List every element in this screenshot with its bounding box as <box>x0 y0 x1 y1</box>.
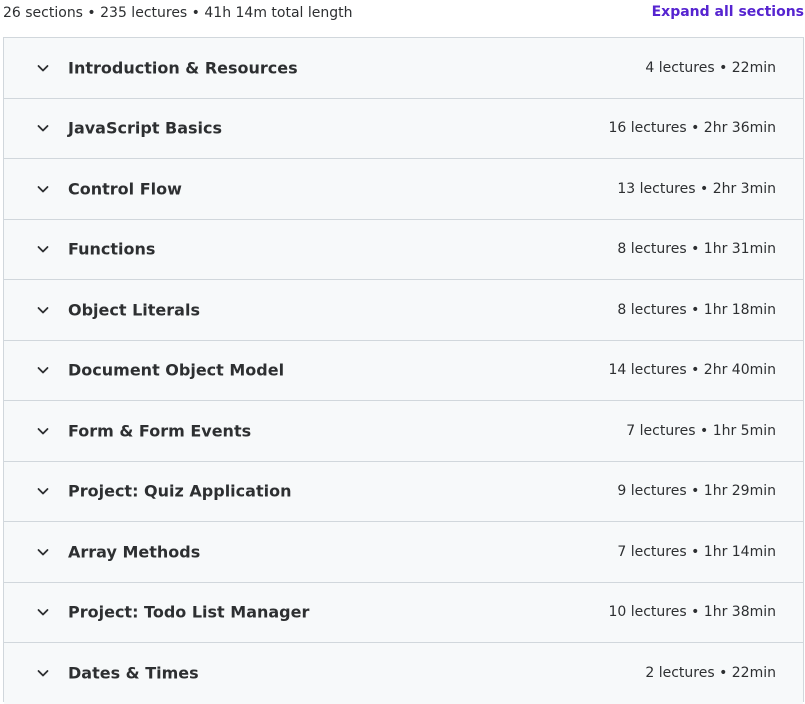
section-title: Dates & Times <box>68 663 199 683</box>
section-lecture-count: 7 lectures • 1hr 14min <box>617 543 776 560</box>
chevron-down-icon <box>35 60 51 76</box>
chevron-down-icon <box>35 120 51 136</box>
curriculum-summary-bar: 26 sections • 235 lectures • 41h 14m tot… <box>0 0 805 30</box>
section-lecture-count: 7 lectures • 1hr 5min <box>626 422 776 439</box>
section-lecture-count: 9 lectures • 1hr 29min <box>617 483 776 500</box>
section-lecture-count: 8 lectures • 1hr 18min <box>617 301 776 318</box>
chevron-down-icon <box>35 604 51 620</box>
curriculum-section[interactable]: Project: Todo List Manager 10 lectures •… <box>4 582 803 643</box>
section-lecture-count: 16 lectures • 2hr 36min <box>608 120 776 137</box>
curriculum-section[interactable]: Control Flow 13 lectures • 2hr 3min <box>4 159 803 220</box>
chevron-down-icon <box>35 665 51 681</box>
section-title: Array Methods <box>68 542 201 562</box>
expand-all-sections-button[interactable]: Expand all sections <box>652 4 804 20</box>
curriculum-section[interactable]: Dates & Times 2 lectures • 22min <box>4 643 803 704</box>
section-title: Control Flow <box>68 179 182 199</box>
section-lecture-count: 2 lectures • 22min <box>645 665 776 682</box>
curriculum-section[interactable]: Array Methods 7 lectures • 1hr 14min <box>4 522 803 583</box>
section-lecture-count: 4 lectures • 22min <box>645 59 776 76</box>
curriculum-section[interactable]: Functions 8 lectures • 1hr 31min <box>4 219 803 280</box>
chevron-down-icon <box>35 544 51 560</box>
chevron-down-icon <box>35 362 51 378</box>
section-title: Document Object Model <box>68 360 285 380</box>
curriculum-summary: 26 sections • 235 lectures • 41h 14m tot… <box>3 5 353 21</box>
section-lecture-count: 10 lectures • 1hr 38min <box>608 604 776 621</box>
section-title: Introduction & Resources <box>68 58 298 78</box>
section-title: Project: Todo List Manager <box>68 602 310 622</box>
curriculum-section[interactable]: Document Object Model 14 lectures • 2hr … <box>4 340 803 401</box>
curriculum-section-list: Introduction & Resources 4 lectures • 22… <box>3 37 804 704</box>
chevron-down-icon <box>35 302 51 318</box>
curriculum-section[interactable]: Project: Quiz Application 9 lectures • 1… <box>4 461 803 522</box>
chevron-down-icon <box>35 181 51 197</box>
section-title: Project: Quiz Application <box>68 481 292 501</box>
section-lecture-count: 8 lectures • 1hr 31min <box>617 241 776 258</box>
chevron-down-icon <box>35 483 51 499</box>
curriculum-section[interactable]: JavaScript Basics 16 lectures • 2hr 36mi… <box>4 98 803 159</box>
section-title: Functions <box>68 239 156 259</box>
section-title: Object Literals <box>68 300 200 320</box>
curriculum-section[interactable]: Object Literals 8 lectures • 1hr 18min <box>4 280 803 341</box>
section-lecture-count: 13 lectures • 2hr 3min <box>617 180 776 197</box>
curriculum-section[interactable]: Introduction & Resources 4 lectures • 22… <box>4 38 803 99</box>
chevron-down-icon <box>35 423 51 439</box>
curriculum-section[interactable]: Form & Form Events 7 lectures • 1hr 5min <box>4 401 803 462</box>
chevron-down-icon <box>35 241 51 257</box>
section-title: Form & Form Events <box>68 421 252 441</box>
section-title: JavaScript Basics <box>68 118 223 138</box>
section-lecture-count: 14 lectures • 2hr 40min <box>608 362 776 379</box>
